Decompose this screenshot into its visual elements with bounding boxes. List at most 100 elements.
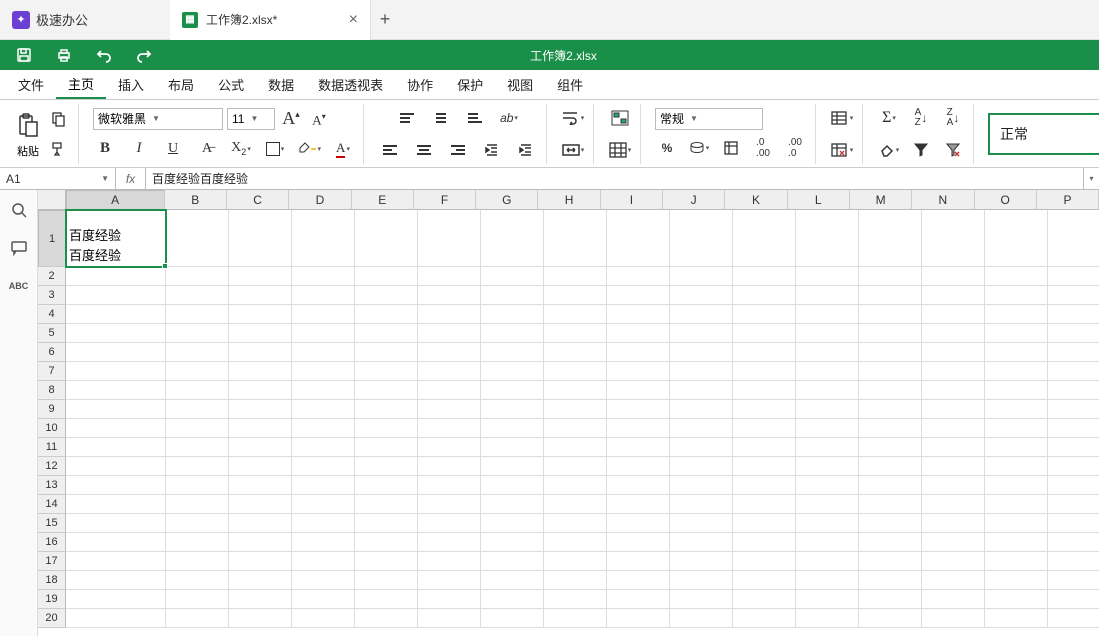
cell[interactable]	[733, 533, 796, 552]
cell[interactable]	[292, 286, 355, 305]
cell[interactable]	[985, 533, 1048, 552]
row-header[interactable]: 13	[38, 476, 66, 495]
cell[interactable]	[796, 381, 859, 400]
cell[interactable]	[859, 571, 922, 590]
cell[interactable]	[922, 400, 985, 419]
cell[interactable]	[733, 438, 796, 457]
cell[interactable]	[859, 362, 922, 381]
cell[interactable]	[66, 609, 166, 628]
cell[interactable]	[229, 476, 292, 495]
cell[interactable]	[166, 305, 229, 324]
cell[interactable]	[859, 324, 922, 343]
cell[interactable]	[355, 590, 418, 609]
sort-desc-button[interactable]: ZA↓	[941, 106, 965, 130]
row-header[interactable]: 1	[38, 210, 66, 267]
cell[interactable]	[859, 400, 922, 419]
cell[interactable]	[859, 552, 922, 571]
cell[interactable]	[481, 495, 544, 514]
cell[interactable]	[544, 324, 607, 343]
cell[interactable]	[733, 343, 796, 362]
align-right-button[interactable]	[446, 138, 470, 162]
cell[interactable]	[418, 457, 481, 476]
cell[interactable]	[796, 324, 859, 343]
cell[interactable]	[418, 495, 481, 514]
spreadsheet-grid[interactable]: ABCDEFGHIJKLMNOP 12345678910111213141516…	[38, 190, 1099, 636]
cell[interactable]	[922, 362, 985, 381]
font-name-select[interactable]: 微软雅黑▼	[93, 108, 223, 130]
cell[interactable]	[418, 305, 481, 324]
cell[interactable]	[922, 552, 985, 571]
cell[interactable]	[922, 590, 985, 609]
cell[interactable]	[418, 533, 481, 552]
cell[interactable]	[292, 590, 355, 609]
cell[interactable]	[859, 267, 922, 286]
cell[interactable]	[481, 324, 544, 343]
align-bottom-button[interactable]	[463, 106, 487, 130]
cell[interactable]	[670, 476, 733, 495]
cell[interactable]	[796, 210, 859, 267]
cell[interactable]	[481, 362, 544, 381]
cell[interactable]	[66, 533, 166, 552]
row-header[interactable]: 4	[38, 305, 66, 324]
cell[interactable]	[985, 552, 1048, 571]
formula-input[interactable]: 百度经验百度经验	[146, 168, 1083, 189]
cell[interactable]	[1048, 590, 1099, 609]
cell[interactable]	[922, 210, 985, 267]
cell[interactable]	[292, 400, 355, 419]
cell[interactable]	[355, 343, 418, 362]
row-header[interactable]: 16	[38, 533, 66, 552]
cell[interactable]	[859, 609, 922, 628]
clear-button[interactable]: ▾	[877, 138, 901, 162]
cell[interactable]	[166, 362, 229, 381]
cell[interactable]	[859, 514, 922, 533]
cell[interactable]	[985, 305, 1048, 324]
row-header[interactable]: 7	[38, 362, 66, 381]
cell[interactable]	[66, 514, 166, 533]
row-header[interactable]: 11	[38, 438, 66, 457]
cell[interactable]	[166, 514, 229, 533]
document-tab[interactable]: ▦ 工作簿2.xlsx* ×	[170, 0, 370, 40]
cell[interactable]	[66, 267, 166, 286]
cell[interactable]	[607, 343, 670, 362]
cell[interactable]	[733, 210, 796, 267]
cell[interactable]	[670, 571, 733, 590]
cell[interactable]	[1048, 476, 1099, 495]
cell[interactable]	[796, 343, 859, 362]
menu-item-10[interactable]: 组件	[545, 70, 595, 99]
cell[interactable]	[481, 476, 544, 495]
cell[interactable]	[292, 362, 355, 381]
cell[interactable]	[985, 267, 1048, 286]
cell-style-normal[interactable]: 正常	[988, 113, 1099, 155]
cell[interactable]	[66, 552, 166, 571]
cell[interactable]	[607, 495, 670, 514]
cell[interactable]	[607, 362, 670, 381]
cell[interactable]	[481, 210, 544, 267]
cell[interactable]	[166, 457, 229, 476]
cell[interactable]	[985, 362, 1048, 381]
cell[interactable]	[481, 514, 544, 533]
cell[interactable]	[1048, 552, 1099, 571]
cell[interactable]	[418, 400, 481, 419]
column-header[interactable]: H	[538, 190, 600, 210]
cell[interactable]	[670, 305, 733, 324]
cell[interactable]	[985, 324, 1048, 343]
cell[interactable]	[355, 457, 418, 476]
cell[interactable]	[1048, 324, 1099, 343]
cell[interactable]	[544, 267, 607, 286]
cell[interactable]	[166, 438, 229, 457]
cell[interactable]	[66, 343, 166, 362]
cell[interactable]	[1048, 343, 1099, 362]
cell[interactable]	[292, 267, 355, 286]
cell[interactable]	[1048, 381, 1099, 400]
cell[interactable]	[544, 571, 607, 590]
row-header[interactable]: 14	[38, 495, 66, 514]
comma-button[interactable]	[719, 136, 743, 160]
filter-button[interactable]	[909, 138, 933, 162]
cell[interactable]	[66, 305, 166, 324]
subscript-button[interactable]: X2▾	[229, 137, 253, 161]
spellcheck-icon[interactable]: ABC	[9, 276, 29, 296]
cell[interactable]	[859, 495, 922, 514]
cell[interactable]	[166, 324, 229, 343]
cell[interactable]	[229, 286, 292, 305]
cell[interactable]	[229, 267, 292, 286]
